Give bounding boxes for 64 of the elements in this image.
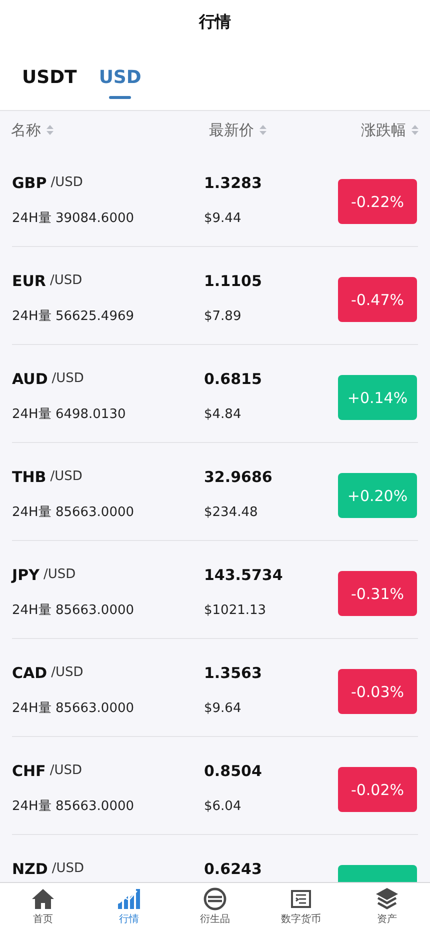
volume-text: 24H量 85663.0000 xyxy=(12,504,136,522)
change-badge: -0.22% xyxy=(338,179,417,224)
price-text: 32.9686 xyxy=(204,467,274,487)
column-header[interactable]: 最新价 xyxy=(209,120,254,140)
page-title: 行情 xyxy=(199,12,231,32)
layers-icon xyxy=(375,887,399,911)
sort-icon[interactable] xyxy=(411,124,419,136)
price-text: 1.3283 xyxy=(204,173,263,193)
nav-tab[interactable]: 数字货币 xyxy=(258,883,344,932)
price-text: 0.6243 xyxy=(204,859,263,879)
pair-symbol: CAD xyxy=(12,663,48,683)
price-text: 1.3563 xyxy=(204,663,263,683)
column-header[interactable]: 涨跌幅 xyxy=(361,120,406,140)
change-badge: -0.31% xyxy=(338,571,417,616)
volume-text: 24H量 6498.0130 xyxy=(12,406,127,424)
usd-price: $6.04 xyxy=(204,798,242,816)
pair-quote: /USD xyxy=(50,468,82,486)
currency-tab[interactable]: USD xyxy=(98,44,142,110)
pair-quote: /USD xyxy=(52,860,84,878)
volume-text: 24H量 85663.0000 xyxy=(12,798,136,816)
nav-tab[interactable]: 首页 xyxy=(0,883,86,932)
price-text: 143.5734 xyxy=(204,565,284,585)
usd-price: $1021.13 xyxy=(204,602,268,620)
nav-tab[interactable]: 资产 xyxy=(344,883,430,932)
circle-lines-icon xyxy=(203,887,227,911)
pair-quote: /USD xyxy=(50,174,83,192)
column-header[interactable]: 名称 xyxy=(11,120,41,140)
price-text: 0.6815 xyxy=(204,369,263,389)
bar-chart-icon xyxy=(117,887,141,911)
usd-price: $7.89 xyxy=(204,308,242,326)
volume-text: 24H量 85663.0000 xyxy=(12,700,136,718)
pair-quote: /USD xyxy=(43,566,76,584)
volume-text: 24H量 85663.0000 xyxy=(12,602,136,620)
sort-icon[interactable] xyxy=(46,124,54,136)
price-text: 0.8504 xyxy=(204,761,263,781)
usd-price: $9.44 xyxy=(204,210,242,228)
pair-symbol: AUD xyxy=(12,369,48,389)
volume-text: 24H量 39084.6000 xyxy=(12,210,136,228)
pair-symbol: THB xyxy=(12,467,46,487)
usd-price: $234.48 xyxy=(204,504,259,522)
volume-text: 24H量 56625.4969 xyxy=(12,308,136,326)
change-badge: +0.20% xyxy=(338,473,417,518)
change-badge: -0.47% xyxy=(338,277,417,322)
usd-price: $9.64 xyxy=(204,700,242,718)
pair-symbol: JPY xyxy=(12,565,40,585)
pair-symbol: GBP xyxy=(12,173,47,193)
pair-quote: /USD xyxy=(50,762,82,780)
pair-symbol: EUR xyxy=(12,271,46,291)
currency-tab[interactable]: USDT xyxy=(22,44,77,110)
document-icon xyxy=(289,887,313,911)
home-icon xyxy=(31,887,55,911)
pair-quote: /USD xyxy=(50,272,82,290)
pair-symbol: CHF xyxy=(12,761,46,781)
pair-quote: /USD xyxy=(51,664,84,682)
change-badge: -0.03% xyxy=(338,669,417,714)
usd-price: $4.84 xyxy=(204,406,242,424)
pair-symbol: NZD xyxy=(12,859,48,879)
sort-icon[interactable] xyxy=(259,124,267,136)
nav-tab[interactable]: 行情 xyxy=(86,883,172,932)
price-text: 1.1105 xyxy=(204,271,263,291)
change-badge: -0.02% xyxy=(338,767,417,812)
change-badge: +0.14% xyxy=(338,375,417,420)
pair-quote: /USD xyxy=(52,370,84,388)
nav-tab[interactable]: 衍生品 xyxy=(172,883,258,932)
